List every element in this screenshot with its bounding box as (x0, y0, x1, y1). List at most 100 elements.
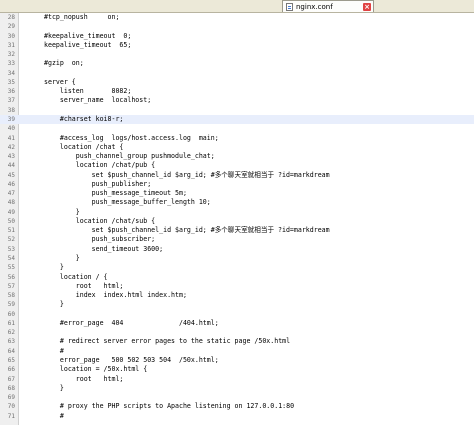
line-number: 52 (7, 236, 15, 244)
code-text: index index.html index.htm; (44, 291, 187, 300)
code-text: server_name localhost; (44, 96, 152, 105)
code-text: root html; (44, 374, 124, 383)
code-text: push_message_timeout 5m; (44, 189, 187, 198)
code-text: location / { (44, 272, 108, 281)
code-line[interactable]: 50 location /chat/sub { (0, 217, 474, 226)
line-number: 44 (7, 162, 15, 170)
line-number: 59 (7, 301, 15, 309)
code-line[interactable]: 49 } (0, 208, 474, 217)
code-line[interactable]: 62 (0, 328, 474, 337)
code-text: location /chat/sub { (44, 216, 156, 225)
line-number: 33 (7, 60, 15, 68)
code-line[interactable]: 34 (0, 69, 474, 78)
line-number: 30 (7, 32, 15, 40)
code-text: push_publisher; (44, 179, 152, 188)
line-number: 47 (7, 190, 15, 198)
tab-label: nginx.conf (296, 2, 333, 11)
line-number: 28 (7, 14, 15, 21)
code-line[interactable]: 48 push_message_buffer_length 10; (0, 198, 474, 207)
code-line[interactable]: 46 push_publisher; (0, 180, 474, 189)
code-line[interactable]: 32 (0, 50, 474, 59)
code-text: server { (44, 77, 76, 86)
line-number: 68 (7, 384, 15, 392)
code-line[interactable]: 67 root html; (0, 375, 474, 384)
line-number: 64 (7, 347, 15, 355)
close-icon[interactable]: × (363, 2, 371, 11)
code-text: #access_log logs/host.access.log main; (44, 133, 219, 142)
line-number: 60 (7, 310, 15, 318)
code-line[interactable]: 51 set $push_channel_id $arg_id; #多个聊天室就… (0, 226, 474, 235)
line-number: 57 (7, 282, 15, 290)
code-text: error_page 500 502 503 504 /50x.html; (44, 355, 219, 364)
code-line[interactable]: 41 #access_log logs/host.access.log main… (0, 134, 474, 143)
code-line[interactable]: 42 location /chat { (0, 143, 474, 152)
code-line[interactable]: 35 server { (0, 78, 474, 87)
code-line[interactable]: 59 } (0, 300, 474, 309)
line-number: 69 (7, 394, 15, 402)
code-line[interactable]: 63 # redirect server error pages to the … (0, 337, 474, 346)
code-line[interactable]: 45 set $push_channel_id $arg_id; #多个聊天室就… (0, 171, 474, 180)
code-text: } (44, 254, 80, 263)
code-line[interactable]: 43 push_channel_group pushmodule_chat; (0, 152, 474, 161)
line-number: 41 (7, 134, 15, 142)
code-line[interactable]: 69 (0, 393, 474, 402)
code-line[interactable]: 60 (0, 310, 474, 319)
code-text: } (44, 207, 80, 216)
line-number: 31 (7, 41, 15, 49)
line-number: 63 (7, 338, 15, 346)
code-line[interactable]: 61 #error_page 404 /404.html; (0, 319, 474, 328)
line-number: 54 (7, 255, 15, 263)
code-line[interactable]: 56 location / { (0, 273, 474, 282)
code-line[interactable]: 30 #keepalive_timeout 0; (0, 32, 474, 41)
code-line[interactable]: 37 server_name localhost; (0, 96, 474, 105)
code-line[interactable]: 70 # proxy the PHP scripts to Apache lis… (0, 402, 474, 411)
line-number: 56 (7, 273, 15, 281)
code-line[interactable]: 66 location = /50x.html { (0, 365, 474, 374)
line-number: 48 (7, 199, 15, 207)
code-line[interactable]: 71 # (0, 412, 474, 421)
code-line[interactable]: 38 (0, 106, 474, 115)
code-line[interactable]: 54 } (0, 254, 474, 263)
code-text: } (44, 300, 64, 309)
code-text: set $push_channel_id $arg_id; #多个聊天室就相当于… (44, 226, 330, 235)
code-text: set $push_channel_id $arg_id; #多个聊天室就相当于… (44, 170, 330, 179)
code-line[interactable]: 47 push_message_timeout 5m; (0, 189, 474, 198)
editor-window: nginx.conf × 28 #tcp_nopush on; 29 30 #keepa… (0, 0, 474, 425)
line-number: 67 (7, 375, 15, 383)
code-text: #keepalive_timeout 0; (44, 31, 132, 40)
code-text: location /chat/pub { (44, 161, 156, 170)
line-number: 70 (7, 403, 15, 411)
code-line[interactable]: 28 #tcp_nopush on; (0, 13, 474, 22)
code-line[interactable]: 55 } (0, 263, 474, 272)
code-line[interactable]: 64 # (0, 347, 474, 356)
code-line[interactable]: 68 } (0, 384, 474, 393)
code-text: # proxy the PHP scripts to Apache listen… (44, 402, 295, 411)
code-line[interactable]: 29 (0, 22, 474, 31)
code-line[interactable]: 52 push_subscriber; (0, 235, 474, 244)
code-line[interactable]: 44 location /chat/pub { (0, 161, 474, 170)
code-text: # (44, 346, 64, 355)
line-number: 40 (7, 125, 15, 133)
code-line[interactable]: 36 listen 8082; (0, 87, 474, 96)
code-line[interactable]: 40 (0, 124, 474, 133)
code-text: push_message_buffer_length 10; (44, 198, 211, 207)
code-editor[interactable]: 28 #tcp_nopush on; 29 30 #keepalive_timeout … (0, 13, 474, 425)
code-text: send_timeout 3600; (44, 244, 164, 253)
tab-nginx-conf[interactable]: nginx.conf × (282, 0, 374, 12)
code-text: location = /50x.html { (44, 365, 148, 374)
line-number: 34 (7, 69, 15, 77)
line-number: 46 (7, 180, 15, 188)
code-line[interactable]: 31 keepalive_timeout 65; (0, 41, 474, 50)
code-text: } (44, 383, 64, 392)
code-text: push_subscriber; (44, 235, 156, 244)
code-line[interactable]: 33 #gzip on; (0, 59, 474, 68)
line-number: 66 (7, 366, 15, 374)
code-line[interactable]: 53 send_timeout 3600; (0, 245, 474, 254)
code-text: #tcp_nopush on; (44, 13, 120, 21)
code-line[interactable]: 39 #charset koi8-r; (0, 114, 474, 124)
code-line[interactable]: 58 index index.html index.htm; (0, 291, 474, 300)
code-line[interactable]: 65 error_page 500 502 503 504 /50x.html; (0, 356, 474, 365)
code-line[interactable]: 57 root html; (0, 282, 474, 291)
line-number: 65 (7, 356, 15, 364)
code-text: listen 8082; (44, 87, 132, 96)
